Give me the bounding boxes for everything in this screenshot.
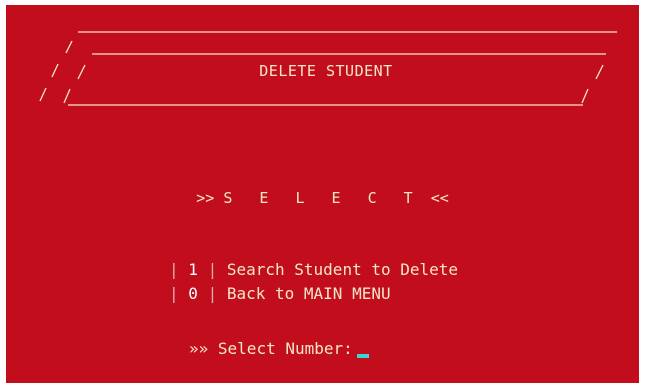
menu-separator: | xyxy=(169,260,179,279)
console-window: DELETE STUDENT >> S E L E C T << | 1 | S… xyxy=(6,5,639,383)
page-title: DELETE STUDENT xyxy=(259,62,393,80)
menu-item-back[interactable]: | 0 | Back to MAIN MENU xyxy=(169,282,458,306)
prompt-marker: »» xyxy=(189,339,209,358)
select-heading: >> S E L E C T << xyxy=(6,187,639,209)
menu-item-label: Back to MAIN MENU xyxy=(226,284,391,303)
banner-frame xyxy=(39,31,617,106)
select-word: S E L E C T xyxy=(223,189,422,207)
prompt-label: Select Number: xyxy=(217,339,353,358)
menu-item-number: 1 xyxy=(188,260,198,279)
menu-separator: | xyxy=(207,284,218,303)
menu-item-search[interactable]: | 1 | Search Student to Delete xyxy=(169,258,458,282)
menu-item-number: 0 xyxy=(188,284,198,303)
select-right-marker: << xyxy=(430,189,449,207)
text-cursor xyxy=(356,354,369,358)
menu-item-label: Search Student to Delete xyxy=(226,260,459,279)
menu-list: | 1 | Search Student to Delete | 0 | Bac… xyxy=(169,258,458,306)
menu-separator: | xyxy=(207,260,218,279)
select-left-marker: >> xyxy=(196,189,215,207)
menu-separator: | xyxy=(169,284,179,303)
select-number-prompt[interactable]: »» Select Number: xyxy=(189,337,369,361)
